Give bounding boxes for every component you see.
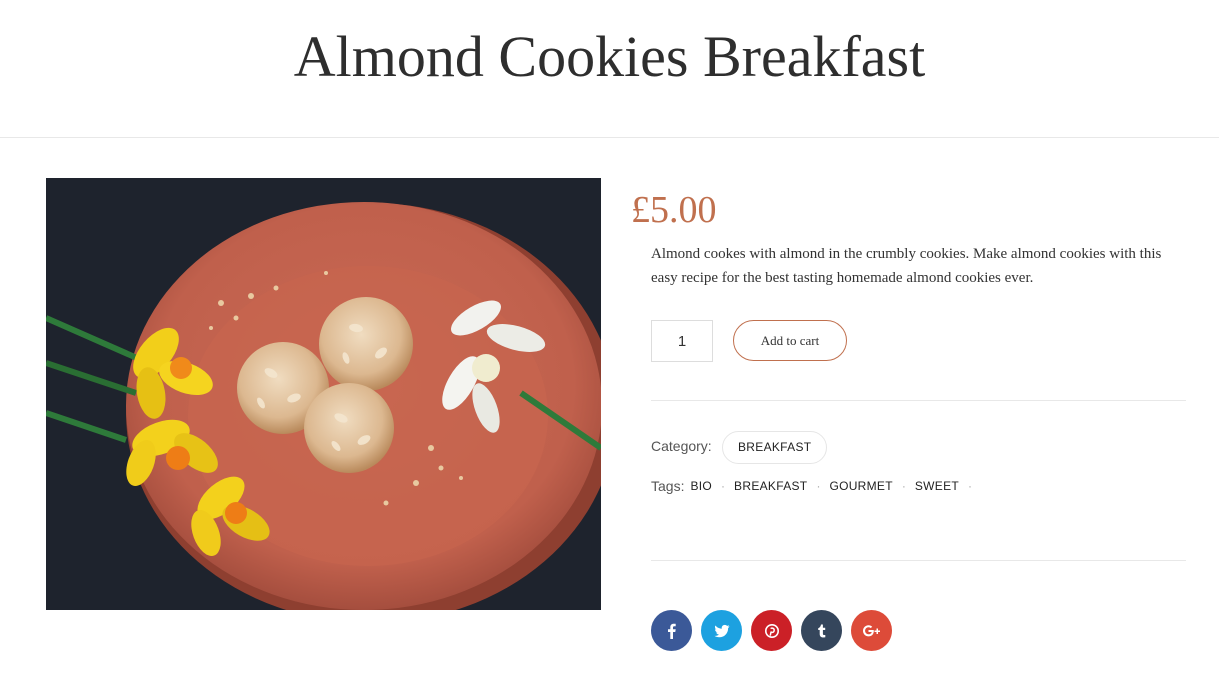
tag-breakfast[interactable]: BREAKFAST [734, 479, 807, 493]
product-photo [46, 178, 601, 610]
divider [651, 560, 1186, 561]
product-description: Almond cookes with almond in the crumbly… [651, 246, 1162, 286]
quantity-input[interactable] [651, 320, 713, 362]
tag-gourmet[interactable]: GOURMET [829, 479, 892, 493]
facebook-share-button[interactable] [651, 610, 692, 651]
facebook-icon [667, 623, 676, 639]
tag-separator: · [816, 479, 821, 493]
tumblr-icon [817, 624, 825, 637]
tags-label: Tags: [651, 478, 685, 494]
twitter-icon [714, 624, 729, 637]
page-header: Almond Cookies Breakfast [0, 0, 1219, 138]
pinterest-share-button[interactable] [751, 610, 792, 651]
tags-list: Tags: BIO · BREAKFAST · GOURMET · SWEET … [651, 478, 981, 494]
category-link-breakfast[interactable]: BREAKFAST [722, 431, 828, 464]
tag-separator: · [901, 479, 906, 493]
tag-bio[interactable]: BIO [690, 479, 712, 493]
pinterest-icon [764, 623, 779, 638]
add-to-cart-button[interactable]: Add to cart [733, 320, 847, 361]
tumblr-share-button[interactable] [801, 610, 842, 651]
page-title: Almond Cookies Breakfast [293, 24, 926, 89]
social-share-bar [651, 610, 892, 651]
tag-sweet[interactable]: SWEET [915, 479, 959, 493]
tag-separator: · [721, 479, 726, 493]
tag-separator: · [968, 479, 973, 493]
product-price: £5.00 [631, 189, 717, 231]
twitter-share-button[interactable] [701, 610, 742, 651]
divider [651, 400, 1186, 401]
product-image[interactable] [46, 178, 601, 610]
google-plus-share-button[interactable] [851, 610, 892, 651]
google-plus-icon [862, 624, 880, 636]
category-label: Category: [651, 438, 712, 454]
